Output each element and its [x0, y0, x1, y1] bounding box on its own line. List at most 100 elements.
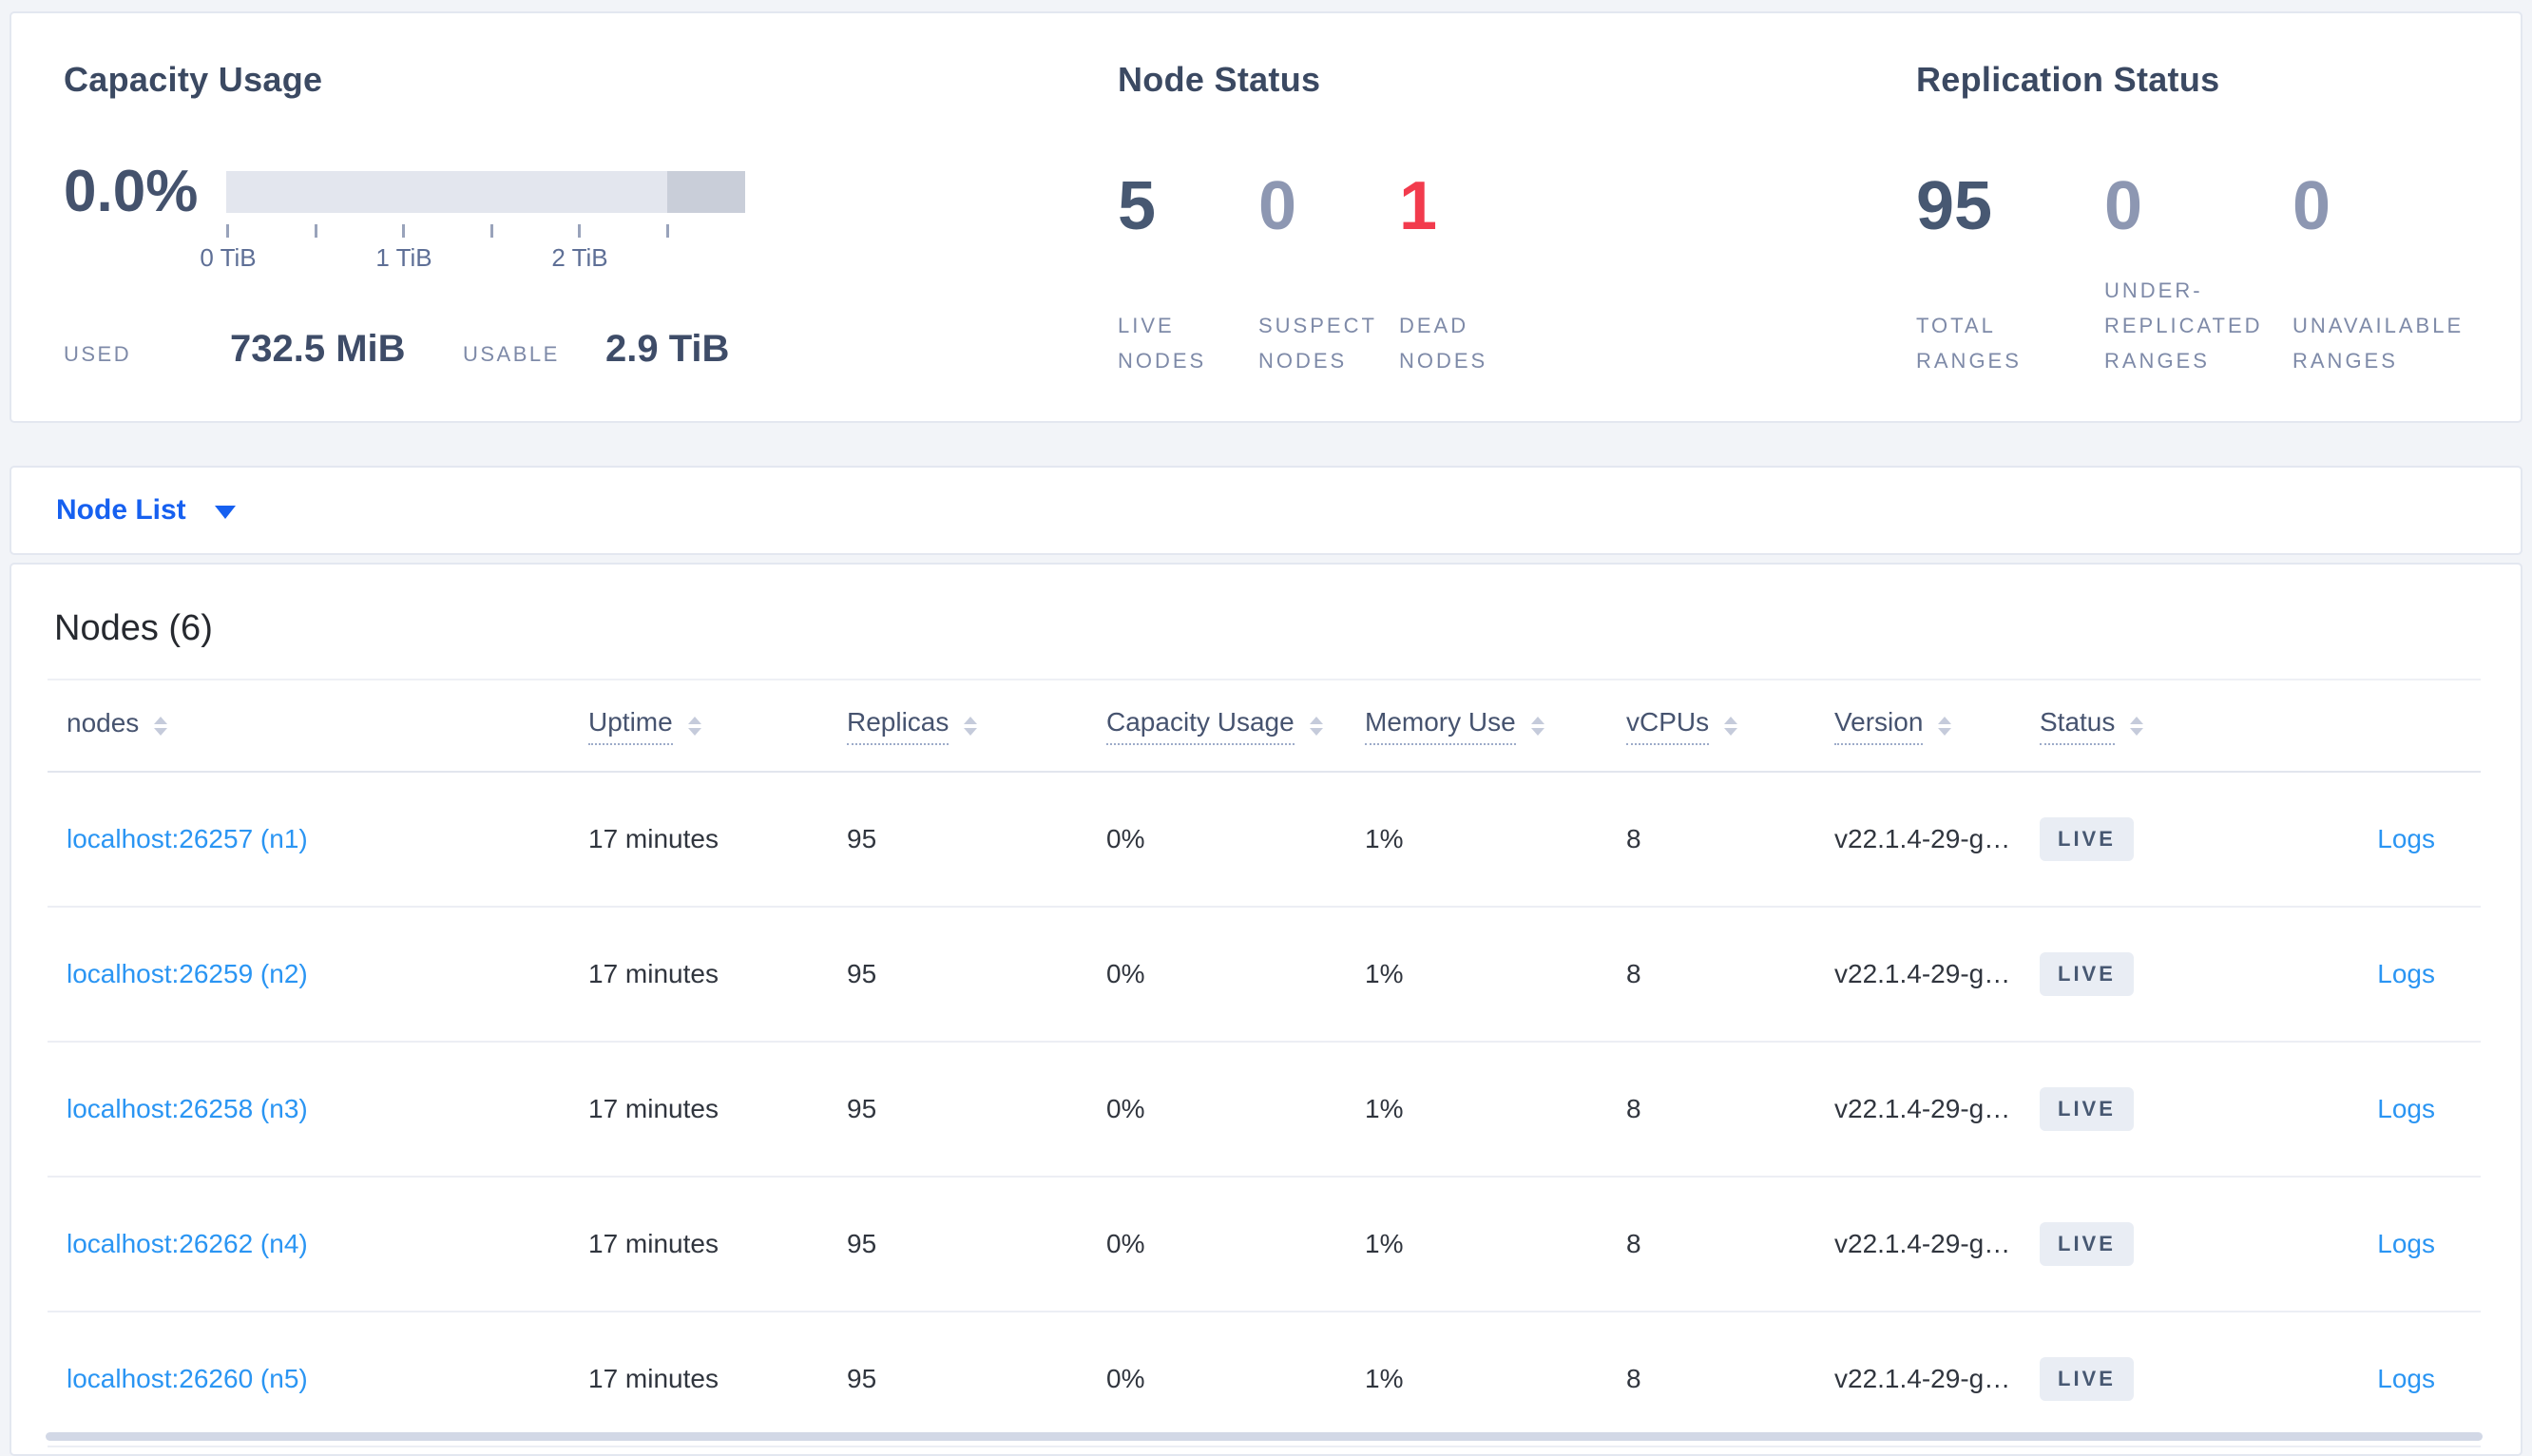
logs-link[interactable]: Logs — [2377, 1364, 2435, 1393]
capacity-bar-axis — [226, 224, 745, 239]
cell-logs: Logs — [2216, 959, 2484, 989]
table-row: localhost:26262 (n4) 17 minutes 95 0% 1% 8 v22… — [48, 1178, 2481, 1312]
capacity-bar-overflow-segment — [667, 171, 745, 213]
column-header-label: Version — [1834, 707, 1924, 745]
horizontal-scrollbar[interactable] — [46, 1432, 2483, 1441]
table-row: localhost:26257 (n1) 17 minutes 95 0% 1% 8 v22… — [48, 773, 2481, 908]
cell-memory_use: 1% — [1365, 1094, 1404, 1123]
summary-card: Capacity Usage 0.0% 0 TiB 1 TiB 2 TiB USED… — [10, 11, 2522, 423]
sort-arrows-icon — [1530, 716, 1544, 736]
cell-capacity_usage: 0% — [1106, 824, 1145, 853]
column-header-label: Uptime — [588, 707, 673, 745]
cell-address: localhost:26259 (n2) — [48, 959, 569, 989]
node-status-title: Node Status — [1118, 60, 1321, 99]
node-link[interactable]: localhost:26258 (n3) — [67, 1094, 308, 1123]
axis-tick — [402, 224, 405, 238]
cell-memory_use: 1% — [1365, 824, 1404, 853]
capacity-bar-chart: 0 TiB 1 TiB 2 TiB — [200, 171, 745, 274]
cell-capacity_usage: 0% — [1106, 1364, 1145, 1393]
table-row: localhost:26258 (n3) 17 minutes 95 0% 1% 8 v22… — [48, 1043, 2481, 1178]
sort-down-icon — [1309, 727, 1323, 736]
sort-arrows-icon — [1938, 716, 1952, 736]
cell-logs: Logs — [2216, 1094, 2484, 1124]
stat-value: 1 — [1399, 168, 1438, 244]
cell-status: LIVE — [2021, 1222, 2216, 1266]
stat-label: SUSPECT NODES — [1258, 314, 1377, 373]
capacity-usage-section: Capacity Usage 0.0% 0 TiB 1 TiB 2 TiB USED… — [64, 59, 745, 401]
sort-down-icon — [1724, 727, 1738, 736]
logs-link[interactable]: Logs — [2377, 824, 2435, 853]
column-header-version[interactable]: Version — [1815, 707, 2021, 745]
cell-vcpus: 8 — [1626, 1094, 1641, 1123]
sort-up-icon — [1309, 716, 1323, 724]
status-badge: LIVE — [2040, 1087, 2134, 1131]
cell-version: v22.1.4-29-g… — [1834, 1364, 2011, 1393]
replication-status-stats: 95 TOTAL RANGES 0 UNDER- REPLICATED RANGES 0… — [1916, 169, 2481, 378]
column-header-capacity-usage[interactable]: Capacity Usage — [1087, 707, 1346, 745]
axis-tick — [578, 224, 581, 238]
column-header-label: Capacity Usage — [1106, 707, 1295, 745]
axis-tick — [489, 224, 493, 238]
node-list-label: Node List — [56, 494, 186, 526]
column-header-replicas[interactable]: Replicas — [828, 707, 1087, 745]
node-link[interactable]: localhost:26257 (n1) — [67, 824, 308, 853]
cell-status: LIVE — [2021, 952, 2216, 996]
axis-tick — [665, 224, 669, 238]
column-header-memory-use[interactable]: Memory Use — [1346, 707, 1607, 745]
cell-uptime: 17 minutes — [588, 1364, 719, 1393]
cell-uptime: 17 minutes — [588, 824, 719, 853]
stat-column: 0 UNDER- REPLICATED RANGES — [2104, 169, 2292, 378]
axis-tick-label: 2 TiB — [551, 243, 608, 272]
status-badge: LIVE — [2040, 1222, 2134, 1266]
node-link[interactable]: localhost:26259 (n2) — [67, 959, 308, 988]
table-body: localhost:26257 (n1) 17 minutes 95 0% 1% 8 v22… — [11, 773, 2521, 1447]
node-list-dropdown[interactable]: Node List — [10, 466, 2522, 555]
axis-tick — [226, 224, 229, 238]
logs-link[interactable]: Logs — [2377, 959, 2435, 988]
cell-replicas: 95 — [847, 1094, 877, 1123]
sort-arrows-icon — [687, 716, 701, 736]
table-header-row: nodes Uptime Replicas Capacity Usage Memory … — [48, 680, 2481, 773]
column-header-uptime[interactable]: Uptime — [569, 707, 828, 745]
stat-column: 0 SUSPECT NODES — [1258, 169, 1399, 378]
sort-down-icon — [964, 727, 978, 736]
sort-down-icon — [154, 727, 168, 736]
logs-link[interactable]: Logs — [2377, 1094, 2435, 1123]
cell-logs: Logs — [2216, 1229, 2484, 1259]
used-value: 732.5 MiB — [230, 328, 406, 370]
cell-replicas: 95 — [847, 824, 877, 853]
status-badge: LIVE — [2040, 817, 2134, 861]
node-link[interactable]: localhost:26262 (n4) — [67, 1229, 308, 1258]
sort-arrows-icon — [1724, 716, 1738, 736]
cell-status: LIVE — [2021, 1087, 2216, 1131]
sort-down-icon — [687, 727, 701, 736]
status-badge: LIVE — [2040, 952, 2134, 996]
capacity-bar-track — [226, 171, 745, 213]
column-header-label: nodes — [67, 707, 140, 738]
stat-column: 5 LIVE NODES — [1118, 169, 1258, 378]
stat-label: UNAVAILABLE RANGES — [2292, 314, 2465, 373]
cell-vcpus: 8 — [1626, 1229, 1641, 1258]
cell-replicas: 95 — [847, 959, 877, 988]
cell-memory_use: 1% — [1365, 1229, 1404, 1258]
cell-capacity_usage: 0% — [1106, 959, 1145, 988]
used-label: USED — [64, 342, 132, 366]
column-header-vcpus[interactable]: vCPUs — [1607, 707, 1815, 745]
cell-logs: Logs — [2216, 824, 2484, 854]
sort-arrows-icon — [154, 716, 168, 736]
replication-status-section: Replication Status 95 TOTAL RANGES 0 UNDER-… — [1916, 59, 2461, 401]
sort-down-icon — [2130, 727, 2144, 736]
sort-down-icon — [1938, 727, 1952, 736]
capacity-axis-labels: 0 TiB 1 TiB 2 TiB — [200, 243, 745, 274]
node-link[interactable]: localhost:26260 (n5) — [67, 1364, 308, 1393]
cell-vcpus: 8 — [1626, 824, 1641, 853]
cell-version: v22.1.4-29-g… — [1834, 959, 2011, 988]
cell-replicas: 95 — [847, 1364, 877, 1393]
column-header-nodes[interactable]: nodes — [48, 708, 569, 744]
node-status-section: Node Status 5 LIVE NODES 0 SUSPECT NODES 1 DE… — [1118, 59, 1485, 401]
cell-vcpus: 8 — [1626, 959, 1641, 988]
column-header-status[interactable]: Status — [2021, 707, 2216, 745]
table-row: localhost:26259 (n2) 17 minutes 95 0% 1% 8 v22… — [48, 908, 2481, 1043]
stat-value: 95 — [1916, 168, 1993, 244]
logs-link[interactable]: Logs — [2377, 1229, 2435, 1258]
